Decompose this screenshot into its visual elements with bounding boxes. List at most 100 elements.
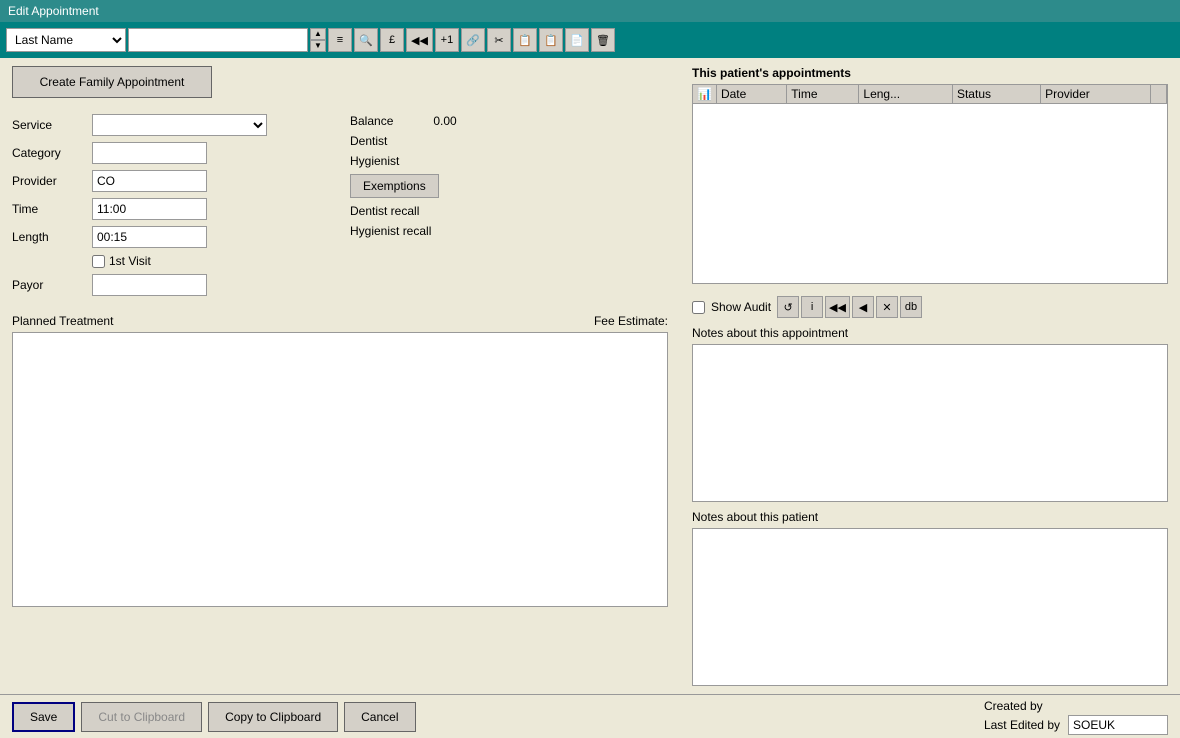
bottom-right: Created by Last Edited by (984, 699, 1168, 735)
notes-patient-section: Notes about this patient (692, 510, 1168, 686)
plus1-btn[interactable]: +1 (435, 28, 459, 52)
title-bar: Edit Appointment (0, 0, 1180, 22)
appointments-table: 📊 Date Time Leng... Status Provider (693, 85, 1167, 104)
category-row: Category (12, 142, 330, 164)
dentist-row: Dentist (350, 134, 668, 148)
col-length: Leng... (859, 85, 953, 104)
time-input[interactable] (92, 198, 207, 220)
col-time: Time (787, 85, 859, 104)
form-section: Service Category Provider Time Length (12, 114, 668, 302)
list-btn[interactable]: ≡ (328, 28, 352, 52)
dentist-label: Dentist (350, 134, 387, 148)
service-label: Service (12, 118, 92, 132)
appointments-table-wrap[interactable]: 📊 Date Time Leng... Status Provider (692, 84, 1168, 284)
left-panel: Create Family Appointment Service Catego… (0, 58, 680, 694)
audit-buttons: ↺ i ◀◀ ◀ ✕ db (777, 296, 922, 318)
appointments-title: This patient's appointments (692, 66, 1168, 80)
last-edited-label: Last Edited by (984, 718, 1060, 732)
notes-patient-textarea[interactable] (692, 528, 1168, 686)
show-audit-label: Show Audit (711, 300, 771, 314)
delete-btn[interactable]: 🗑 (591, 28, 615, 52)
category-input[interactable] (92, 142, 207, 164)
notes-appointment-textarea[interactable] (692, 344, 1168, 502)
col-provider: Provider (1041, 85, 1151, 104)
save-button[interactable]: Save (12, 702, 75, 732)
hygienist-recall-row: Hygienist recall (350, 224, 668, 238)
search-btn[interactable]: 🔍 (354, 28, 378, 52)
paste-toolbar-btn[interactable]: 📋 (539, 28, 563, 52)
appointments-section: This patient's appointments 📊 Date Time … (692, 66, 1168, 284)
last-edited-row: Last Edited by (984, 715, 1168, 735)
payor-label: Payor (12, 278, 92, 292)
length-input[interactable] (92, 226, 207, 248)
provider-row: Provider (12, 170, 330, 192)
cancel-button[interactable]: Cancel (344, 702, 415, 732)
length-label: Length (12, 230, 92, 244)
payor-row: Payor (12, 274, 330, 296)
back-btn[interactable]: ◀◀ (406, 28, 433, 52)
form-left-col: Service Category Provider Time Length (12, 114, 330, 302)
spin-down[interactable]: ▼ (310, 40, 326, 52)
show-audit-checkbox[interactable] (692, 301, 705, 314)
hygienist-row: Hygienist (350, 154, 668, 168)
spin-up[interactable]: ▲ (310, 28, 326, 40)
planned-treatment-label: Planned Treatment (12, 314, 113, 328)
spin-control[interactable]: ▲ ▼ (310, 28, 326, 52)
created-by-row: Created by (984, 699, 1043, 713)
cut-button: Cut to Clipboard (81, 702, 202, 732)
notes-appointment-section: Notes about this appointment (692, 326, 1168, 502)
last-edited-input[interactable] (1068, 715, 1168, 735)
link-btn[interactable]: 🔗 (461, 28, 485, 52)
first-visit-row: 1st Visit (92, 254, 330, 268)
time-label: Time (12, 202, 92, 216)
first-visit-label: 1st Visit (109, 254, 151, 268)
fee-estimate-label: Fee Estimate: (594, 314, 668, 328)
provider-label: Provider (12, 174, 92, 188)
dentist-recall-row: Dentist recall (350, 204, 668, 218)
copy-button[interactable]: Copy to Clipboard (208, 702, 338, 732)
window-title: Edit Appointment (8, 4, 99, 18)
col-icon: 📊 (693, 85, 716, 104)
create-family-btn[interactable]: Create Family Appointment (12, 66, 212, 98)
service-select[interactable] (92, 114, 267, 136)
bottom-bar: Save Cut to Clipboard Copy to Clipboard … (0, 694, 1180, 738)
balance-row: Balance 0.00 (350, 114, 668, 128)
hygienist-label: Hygienist (350, 154, 399, 168)
audit-db-btn[interactable]: db (900, 296, 922, 318)
provider-input[interactable] (92, 170, 207, 192)
notes-patient-title: Notes about this patient (692, 510, 1168, 524)
balance-label: Balance (350, 114, 393, 128)
hygienist-recall-label: Hygienist recall (350, 224, 431, 238)
length-row: Length (12, 226, 330, 248)
time-row: Time (12, 198, 330, 220)
right-panel: This patient's appointments 📊 Date Time … (680, 58, 1180, 694)
col-status: Status (952, 85, 1040, 104)
planned-label-row: Planned Treatment Fee Estimate: (12, 314, 668, 328)
print-btn[interactable]: 📄 (565, 28, 589, 52)
audit-info-btn[interactable]: i (801, 296, 823, 318)
category-label: Category (12, 146, 92, 160)
created-by-label: Created by (984, 699, 1043, 713)
exemptions-row: Exemptions (350, 174, 668, 198)
dentist-recall-label: Dentist recall (350, 204, 419, 218)
search-input[interactable] (128, 28, 308, 52)
audit-refresh-btn[interactable]: ↺ (777, 296, 799, 318)
toolbar: Last Name First Name DOB ▲ ▼ ≡ 🔍 £ ◀◀ +1… (0, 22, 1180, 58)
search-field-select[interactable]: Last Name First Name DOB (6, 28, 126, 52)
col-date: Date (716, 85, 786, 104)
planned-treatment-textarea[interactable] (12, 332, 668, 607)
show-audit-row: Show Audit ↺ i ◀◀ ◀ ✕ db (692, 296, 1168, 318)
cut-toolbar-btn[interactable]: ✂ (487, 28, 511, 52)
main-content: Create Family Appointment Service Catego… (0, 58, 1180, 694)
service-row: Service (12, 114, 330, 136)
copy-toolbar-btn[interactable]: 📋 (513, 28, 537, 52)
exemptions-btn[interactable]: Exemptions (350, 174, 439, 198)
first-visit-checkbox[interactable] (92, 255, 105, 268)
audit-delete-btn[interactable]: ✕ (876, 296, 898, 318)
balance-value: 0.00 (433, 114, 456, 128)
audit-back-btn[interactable]: ◀◀ (825, 296, 850, 318)
col-scroll (1151, 85, 1167, 104)
payor-input[interactable] (92, 274, 207, 296)
audit-prev-btn[interactable]: ◀ (852, 296, 874, 318)
currency-btn[interactable]: £ (380, 28, 404, 52)
